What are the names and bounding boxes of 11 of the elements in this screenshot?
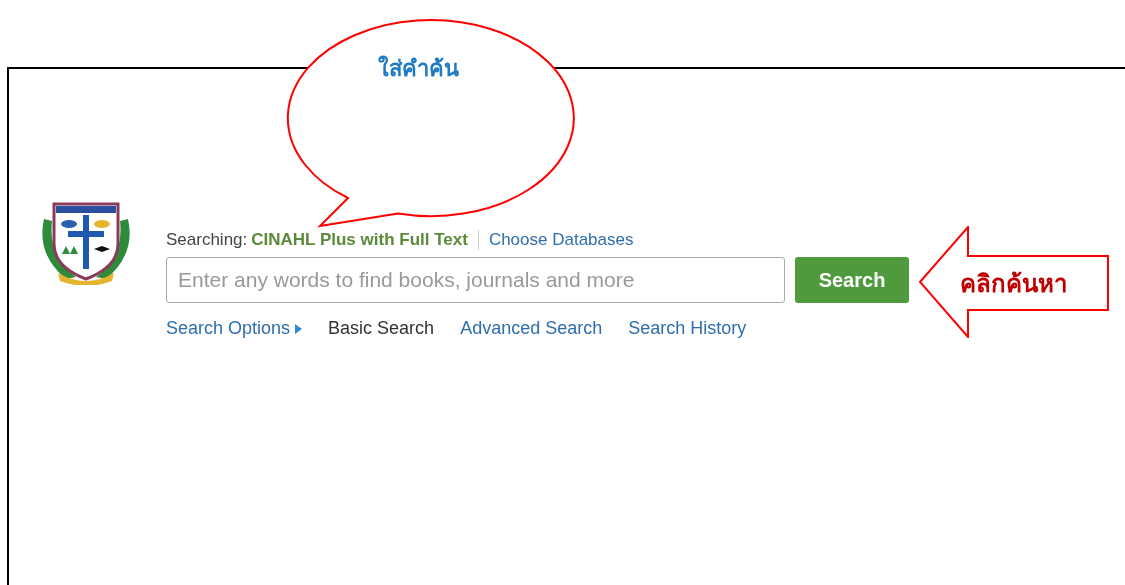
arrow-text: คลิกค้นหา xyxy=(960,269,1067,299)
search-button[interactable]: Search xyxy=(795,257,909,303)
search-input[interactable]: Enter any words to find books, journals and more xyxy=(166,257,785,303)
search-mode-link[interactable]: Basic Search xyxy=(328,315,435,342)
database-name: CINAHL Plus with Full Text xyxy=(251,229,468,252)
search-mode-link[interactable]: Search History xyxy=(628,315,747,342)
search-mode-link[interactable]: Advanced Search xyxy=(460,315,603,342)
searching-label: Searching: xyxy=(166,229,248,252)
bubble-text: ใส่คำค้น xyxy=(378,54,459,83)
search-options-link[interactable]: Search Options xyxy=(166,315,303,342)
choose-databases-link[interactable]: Choose Databases xyxy=(488,227,634,253)
